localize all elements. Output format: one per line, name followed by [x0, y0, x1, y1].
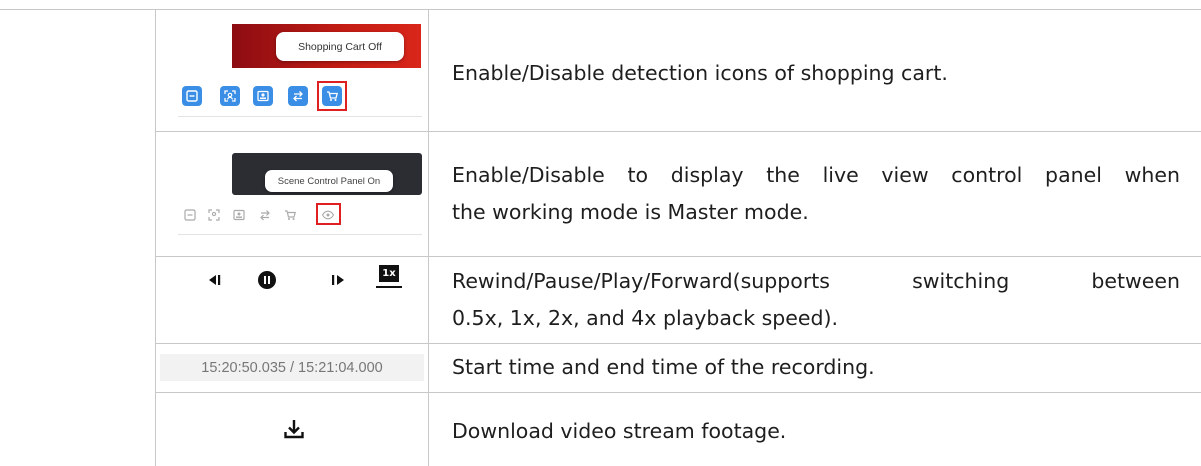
- row-description: Enable/Disable to display the live view …: [452, 157, 1180, 231]
- swap-arrows-icon[interactable]: [288, 86, 308, 106]
- description-line: Rewind/Pause/Play/Forward(supports switc…: [452, 269, 1180, 293]
- region-icon[interactable]: [182, 86, 202, 106]
- row-divider: [155, 256, 1201, 257]
- row-divider: [155, 131, 1201, 132]
- tooltip-scene-control-panel: Scene Control Panel On: [265, 170, 393, 192]
- shopping-cart-icon[interactable]: [322, 86, 342, 106]
- row-description: Download video stream footage.: [452, 419, 787, 443]
- row-divider: [155, 392, 1201, 393]
- table-top-border: [0, 9, 1201, 10]
- row-description: Start time and end time of the recording…: [452, 355, 875, 379]
- row-description: Rewind/Pause/Play/Forward(supports switc…: [452, 263, 1180, 337]
- rewind-icon[interactable]: [206, 270, 226, 290]
- person-detect-icon[interactable]: [220, 86, 240, 106]
- speed-underline: [376, 286, 402, 288]
- eye-icon[interactable]: [321, 207, 335, 221]
- download-icon[interactable]: [282, 417, 306, 441]
- shopping-cart-icon[interactable]: [283, 207, 297, 221]
- column-divider-middle: [428, 9, 429, 466]
- region-icon[interactable]: [183, 207, 197, 221]
- description-line: Enable/Disable to display the live view …: [452, 163, 1180, 187]
- column-divider-left: [155, 9, 156, 466]
- description-line: the working mode is Master mode.: [452, 200, 809, 224]
- person-detect-icon[interactable]: [207, 207, 221, 221]
- row-description: Enable/Disable detection icons of shoppi…: [452, 61, 948, 85]
- toolbar-underline: [178, 116, 422, 117]
- pause-icon[interactable]: [257, 270, 277, 290]
- swap-arrows-icon[interactable]: [258, 207, 272, 221]
- speed-icon[interactable]: 1x: [379, 265, 399, 282]
- description-line: 0.5x, 1x, 2x, and 4x playback speed).: [452, 306, 839, 330]
- face-id-icon[interactable]: [253, 86, 273, 106]
- toolbar-underline: [178, 234, 422, 235]
- time-range-display: 15:20:50.035 / 15:21:04.000: [160, 354, 424, 381]
- row-divider: [155, 343, 1201, 344]
- play-icon[interactable]: [328, 270, 348, 290]
- face-id-icon[interactable]: [232, 207, 246, 221]
- tooltip-shopping-cart: Shopping Cart Off: [276, 32, 404, 61]
